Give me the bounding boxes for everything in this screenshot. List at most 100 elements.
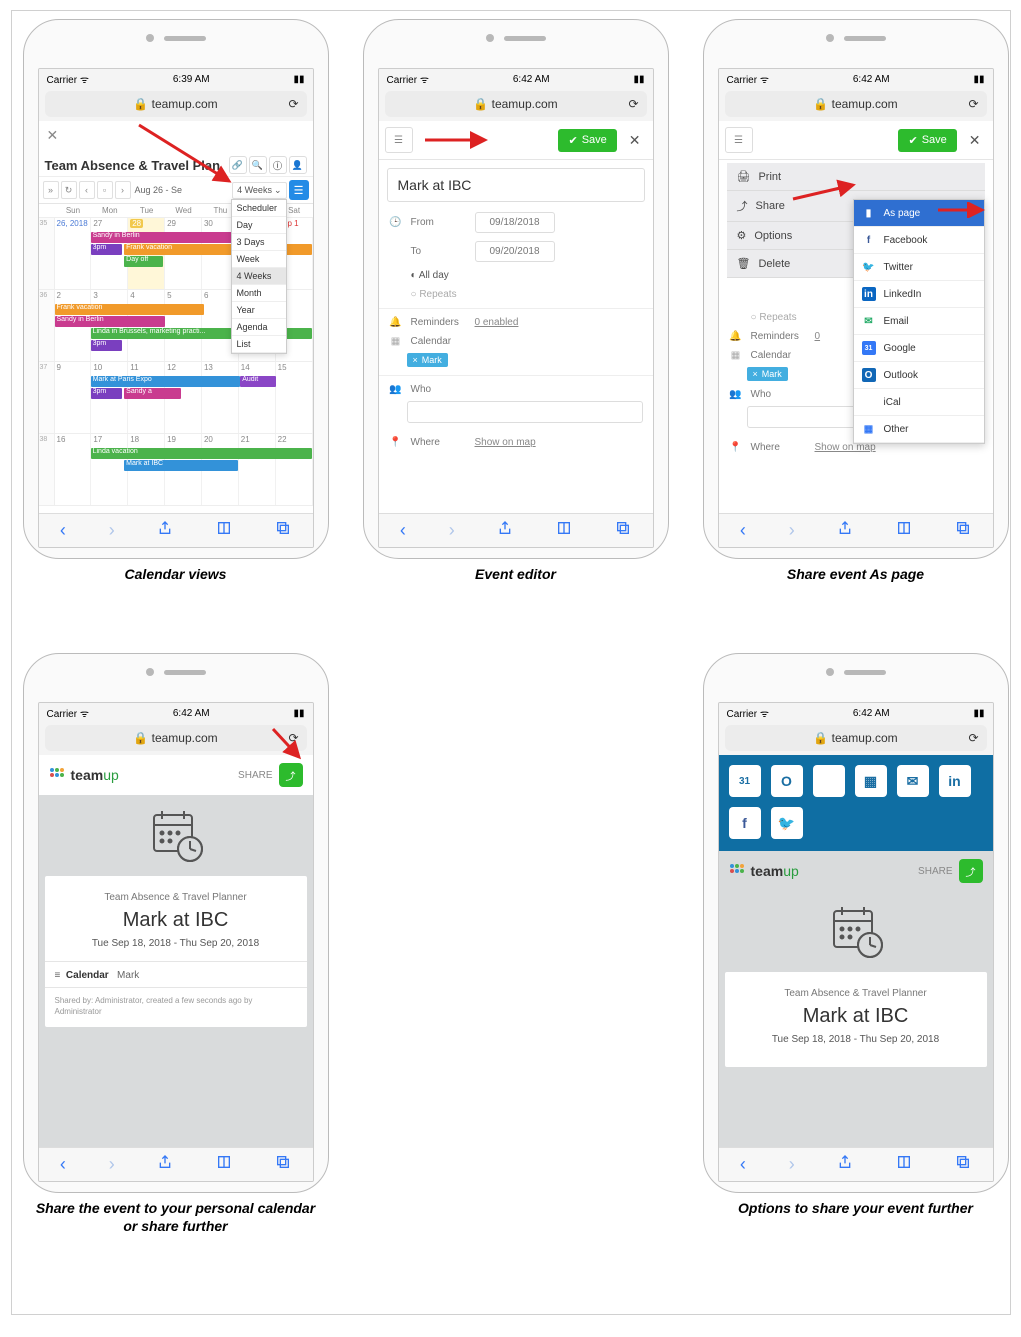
sidebar-toggle[interactable]: ☰ bbox=[289, 180, 309, 200]
clock-icon: 🕒 bbox=[389, 217, 403, 228]
twitter-icon[interactable]: 🐦 bbox=[771, 807, 803, 839]
back-icon[interactable]: ‹ bbox=[60, 520, 66, 541]
share-email[interactable]: ✉Email bbox=[854, 308, 984, 335]
share-button[interactable]: ⤴ bbox=[279, 763, 303, 787]
reminders-link[interactable]: 0 enabled bbox=[475, 317, 519, 328]
event-card: Team Absence & Travel Planner Mark at IB… bbox=[45, 876, 307, 1027]
to-date[interactable]: 09/20/2018 bbox=[475, 241, 555, 262]
urlbar[interactable]: 🔒 teamup.com⟳ bbox=[725, 725, 987, 751]
battery-icon: ▮▮ bbox=[293, 74, 304, 85]
forward-icon[interactable]: › bbox=[109, 520, 115, 541]
show-on-map-link[interactable]: Show on map bbox=[475, 437, 536, 448]
refresh-icon[interactable]: ⟳ bbox=[288, 97, 298, 111]
share-button[interactable]: ⤴ bbox=[959, 859, 983, 883]
next-btn[interactable]: › bbox=[115, 181, 131, 199]
phone-share-as-page: Carrier ᯤ6:42 AM▮▮ 🔒 teamup.com⟳ ☰ ✔Save… bbox=[703, 19, 1009, 559]
bell-icon: 🔔 bbox=[389, 317, 403, 328]
share-twitter[interactable]: 🐦Twitter bbox=[854, 254, 984, 281]
phone-calendar-views: Carrier ᯤ 6:39 AM ▮▮ 🔒 teamup.com ⟳ ✕ Te… bbox=[23, 19, 329, 559]
info-icon[interactable]: ⓘ bbox=[269, 156, 287, 174]
urlbar[interactable]: 🔒 teamup.com⟳ bbox=[45, 725, 307, 751]
share-outlook[interactable]: OOutlook bbox=[854, 362, 984, 389]
views-dropdown: Scheduler Day 3 Days Week 4 Weeks Month … bbox=[231, 199, 287, 354]
apple-icon bbox=[862, 395, 876, 409]
share-dropdown: ▮As page fFacebook 🐦Twitter inLinkedIn ✉… bbox=[853, 199, 985, 444]
event-dates: Tue Sep 18, 2018 - Thu Sep 20, 2018 bbox=[55, 938, 297, 949]
lock-icon: 🔒 bbox=[133, 97, 148, 111]
event-title-input[interactable]: Mark at IBC bbox=[387, 168, 645, 202]
phone-event-page: Carrier ᯤ6:42 AM▮▮ 🔒 teamup.com⟳ teamup … bbox=[23, 653, 329, 1193]
bookmarks-icon[interactable] bbox=[216, 520, 232, 541]
refresh-icon[interactable]: ⟳ bbox=[968, 97, 978, 111]
linkedin-icon: in bbox=[862, 287, 876, 301]
close-icon[interactable]: ✕ bbox=[39, 121, 313, 150]
linkedin-icon[interactable]: in bbox=[939, 765, 971, 797]
from-date[interactable]: 09/18/2018 bbox=[475, 212, 555, 233]
urlbar[interactable]: 🔒 teamup.com ⟳ bbox=[45, 91, 307, 117]
share-other[interactable]: ▦Other bbox=[854, 416, 984, 443]
pin-icon: 📍 bbox=[389, 437, 403, 448]
menu-button[interactable]: ☰ bbox=[385, 127, 413, 153]
calendar-icon: ▦ bbox=[729, 350, 743, 361]
share-google[interactable]: 31Google bbox=[854, 335, 984, 362]
search-icon[interactable]: 🔍 bbox=[249, 156, 267, 174]
views-button[interactable]: 4 Weeks⌄ bbox=[232, 182, 286, 199]
list-icon: ≡ bbox=[55, 970, 61, 981]
urlbar[interactable]: 🔒 teamup.com⟳ bbox=[385, 91, 647, 117]
event-title: Mark at IBC bbox=[55, 909, 297, 932]
close-icon[interactable]: ✕ bbox=[963, 132, 987, 149]
close-icon[interactable]: ✕ bbox=[623, 132, 647, 149]
apple-icon[interactable] bbox=[813, 765, 845, 797]
google-icon[interactable]: 31 bbox=[729, 765, 761, 797]
arrow-annotation bbox=[419, 131, 489, 149]
user-icon[interactable]: 👤 bbox=[289, 156, 307, 174]
refresh-icon[interactable]: ⟳ bbox=[628, 97, 638, 111]
email-icon[interactable]: ✉ bbox=[897, 765, 929, 797]
refresh-icon[interactable]: ⟳ bbox=[288, 731, 298, 745]
refresh-icon[interactable]: ⟳ bbox=[968, 731, 978, 745]
allday-toggle[interactable]: ◐ All day bbox=[411, 270, 449, 281]
outlook-icon[interactable]: O bbox=[771, 765, 803, 797]
twitter-icon: 🐦 bbox=[862, 260, 876, 274]
share-ical[interactable]: iCal bbox=[854, 389, 984, 416]
scroll-more-btn[interactable]: » bbox=[43, 181, 59, 199]
share-linkedin[interactable]: inLinkedIn bbox=[854, 281, 984, 308]
share-icon[interactable] bbox=[157, 520, 173, 541]
close-icon[interactable]: × bbox=[413, 355, 418, 365]
outlook-icon: O bbox=[862, 368, 876, 382]
calendar-icon: ▦ bbox=[389, 336, 403, 347]
teamup-logo-icon bbox=[729, 863, 745, 879]
repeats-toggle[interactable]: ○ Repeats bbox=[411, 289, 457, 300]
trash-icon: 🗑 bbox=[737, 257, 751, 270]
caption: Share the event to your personal calenda… bbox=[36, 1199, 315, 1235]
prev-btn[interactable]: ‹ bbox=[79, 181, 95, 199]
today-btn[interactable]: ▫ bbox=[97, 181, 113, 199]
check-icon: ✔ bbox=[568, 134, 577, 147]
lock-icon: 🔒 bbox=[133, 731, 148, 745]
urlbar[interactable]: 🔒 teamup.com⟳ bbox=[725, 91, 987, 117]
people-icon: 👥 bbox=[389, 384, 403, 395]
brand-name: teamup bbox=[751, 863, 799, 879]
calendar-title: Team Absence & Travel Plan 🔗 🔍 ⓘ 👤 bbox=[39, 150, 313, 177]
email-icon: ✉ bbox=[862, 314, 876, 328]
menu-button[interactable]: ☰ bbox=[725, 127, 753, 153]
link-icon[interactable]: 🔗 bbox=[229, 156, 247, 174]
save-button[interactable]: ✔Save bbox=[558, 129, 616, 152]
who-input[interactable] bbox=[407, 401, 643, 423]
phone-event-editor: Carrier ᯤ6:42 AM▮▮ 🔒 teamup.com⟳ ☰ ✔Save… bbox=[363, 19, 669, 559]
refresh-cal-btn[interactable]: ↻ bbox=[61, 181, 77, 199]
other-cal-icon[interactable]: ▦ bbox=[855, 765, 887, 797]
share-facebook[interactable]: fFacebook bbox=[854, 227, 984, 254]
tabs-icon[interactable] bbox=[275, 520, 291, 541]
teamup-logo-icon bbox=[49, 767, 65, 783]
print-icon: 🖨 bbox=[737, 170, 751, 183]
save-button[interactable]: ✔Save bbox=[898, 129, 956, 152]
facebook-icon[interactable]: f bbox=[729, 807, 761, 839]
calendar-tag[interactable]: ×Mark bbox=[747, 367, 788, 381]
share-icon: ⤴ bbox=[737, 198, 748, 214]
grid-icon: ▦ bbox=[862, 422, 876, 436]
share-as-page[interactable]: ▮As page bbox=[854, 200, 984, 227]
statusbar: Carrier ᯤ 6:39 AM ▮▮ bbox=[39, 69, 313, 89]
menu-print[interactable]: 🖨Print bbox=[727, 163, 985, 191]
calendar-tag[interactable]: ×Mark bbox=[407, 353, 448, 367]
